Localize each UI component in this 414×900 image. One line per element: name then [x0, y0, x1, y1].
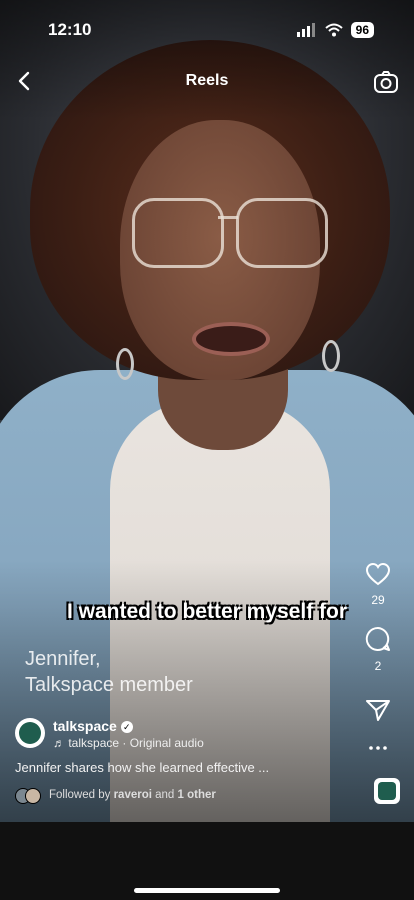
video-glasses: [132, 198, 328, 272]
page-title: Reels: [185, 72, 229, 89]
reel-video[interactable]: [0, 0, 414, 822]
home-indicator[interactable]: [134, 888, 280, 893]
followed-mid: and: [155, 789, 175, 801]
battery-level: 96: [350, 22, 374, 38]
audio-link[interactable]: ♬ talkspace · Original audio: [53, 736, 204, 750]
audio-thumbnail[interactable]: [374, 778, 400, 804]
status-bar: 12:10 96: [0, 0, 414, 56]
followed-other: 1 other: [177, 789, 216, 801]
video-mouth: [192, 322, 270, 356]
music-note-icon: ♬: [53, 736, 65, 750]
follower-avatars: [15, 788, 43, 804]
comment-icon: [365, 626, 390, 651]
video-caption: I wanted to better myself for: [66, 600, 348, 623]
more-dots-icon: [369, 746, 387, 750]
author-handle[interactable]: talkspace ✓: [53, 718, 133, 734]
followed-by[interactable]: Followed by raveroi and 1 other: [15, 788, 216, 804]
more-button[interactable]: [356, 738, 400, 756]
signal-icon: [296, 23, 315, 37]
share-button[interactable]: [356, 698, 400, 727]
video-earring-right: [322, 340, 340, 372]
post-author: talkspace ✓ ♬ talkspace · Original audio: [15, 716, 345, 750]
followed-prefix: Followed by: [49, 789, 111, 801]
audio-label: talkspace · Original audio: [68, 736, 204, 750]
name-line-1: Jennifer,: [25, 648, 101, 670]
like-count: 29: [371, 593, 385, 607]
post-description[interactable]: Jennifer shares how she learned effectiv…: [15, 760, 269, 775]
camera-icon[interactable]: [372, 68, 400, 96]
comment-count: 2: [374, 659, 382, 673]
video-earring-left: [116, 348, 134, 380]
status-icons: 96: [296, 22, 374, 38]
top-bar: Reels: [0, 66, 414, 98]
wifi-icon: [324, 23, 343, 37]
video-name-overlay: Jennifer, Talkspace member: [25, 646, 193, 698]
like-button[interactable]: 29: [356, 562, 400, 607]
followed-user: raveroi: [113, 789, 152, 801]
heart-icon: [365, 562, 391, 586]
send-icon: [366, 700, 390, 721]
name-line-2: Talkspace member: [25, 674, 193, 696]
verified-icon: ✓: [120, 721, 133, 733]
avatar[interactable]: [15, 718, 45, 748]
comment-button[interactable]: 2: [356, 626, 400, 673]
author-handle-text: talkspace: [53, 718, 117, 734]
status-time: 12:10: [48, 20, 92, 39]
